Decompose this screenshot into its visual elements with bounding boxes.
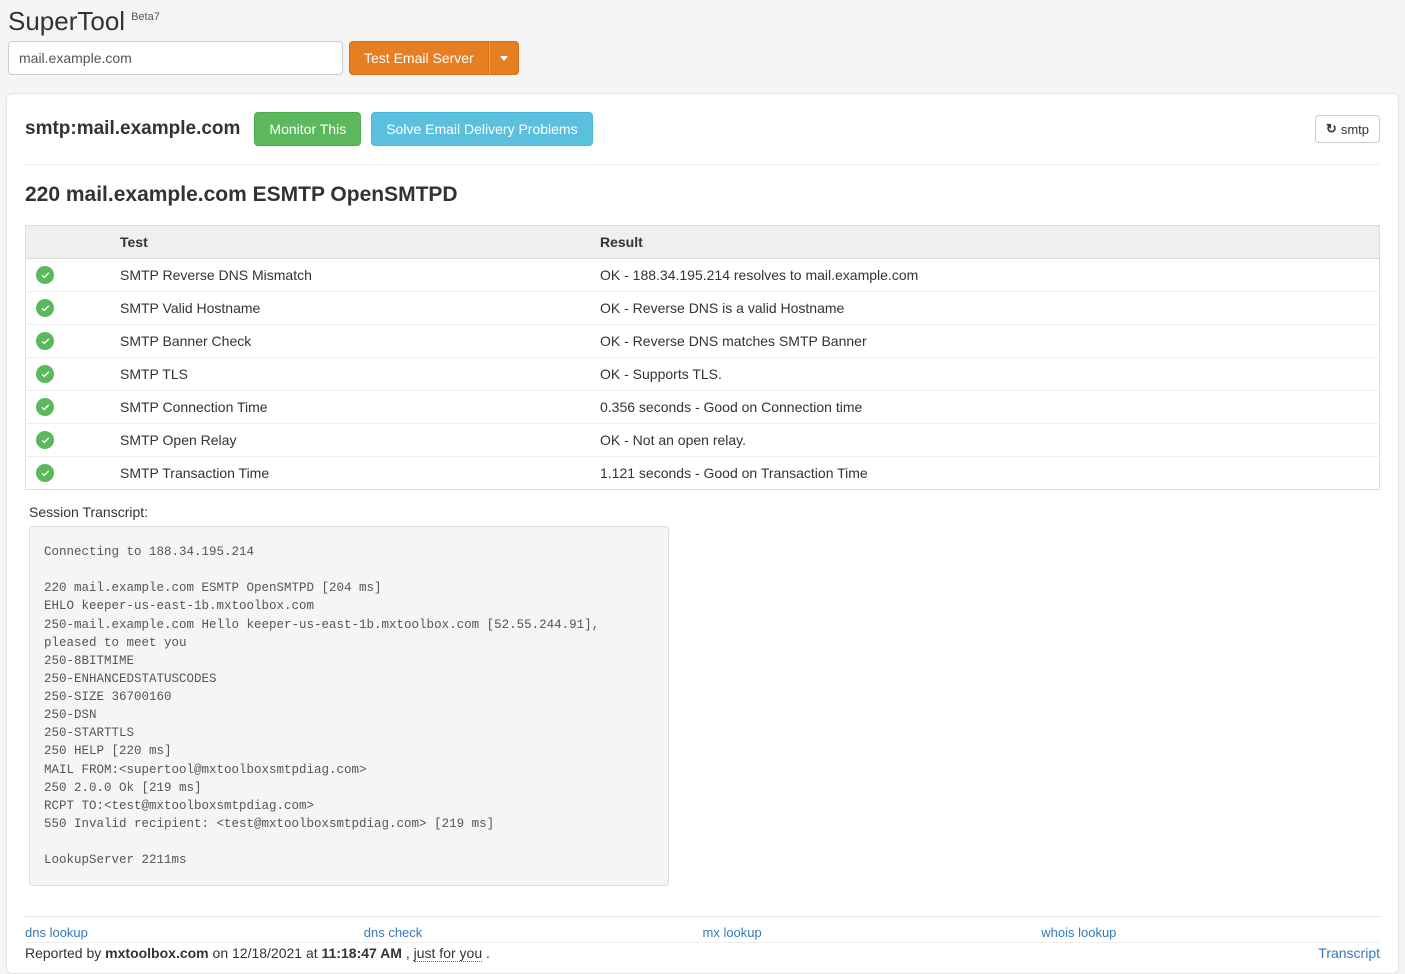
reported-site: mxtoolbox.com [105,945,208,961]
results-table: Test Result SMTP Reverse DNS MismatchOK … [25,225,1380,490]
check-circle-icon [36,431,54,449]
footer-links-row: dns lookupdns checkmx lookupwhois lookup [25,916,1380,940]
status-cell [26,457,111,490]
footer-link[interactable]: dns check [364,925,703,940]
beta-badge: Beta7 [131,11,160,23]
refresh-icon: ↻ [1326,121,1337,137]
table-row: SMTP Transaction Time1.121 seconds - Goo… [26,457,1380,490]
reported-time: 11:18:47 AM [322,945,402,961]
just-for-you-link[interactable]: just for you [414,945,482,962]
check-circle-icon [36,365,54,383]
check-circle-icon [36,266,54,284]
refresh-label: smtp [1341,122,1369,137]
result-cell: 1.121 seconds - Good on Transaction Time [590,457,1380,490]
footer-link[interactable]: mx lookup [703,925,1042,940]
test-name-cell: SMTP Reverse DNS Mismatch [110,259,590,292]
result-cell: OK - 188.34.195.214 resolves to mail.exa… [590,259,1380,292]
test-name-cell: SMTP Banner Check [110,325,590,358]
table-row: SMTP Open RelayOK - Not an open relay. [26,424,1380,457]
table-row: SMTP TLSOK - Supports TLS. [26,358,1380,391]
smtp-banner-heading: 220 mail.example.com ESMTP OpenSMTPD [25,183,1380,207]
chevron-down-icon [500,56,508,61]
check-circle-icon [36,464,54,482]
table-row: SMTP Reverse DNS MismatchOK - 188.34.195… [26,259,1380,292]
status-cell [26,358,111,391]
results-panel: smtp:mail.example.com Monitor This Solve… [6,93,1399,974]
table-row: SMTP Connection Time0.356 seconds - Good… [26,391,1380,424]
transcript-link[interactable]: Transcript [1318,945,1380,961]
status-cell [26,259,111,292]
top-header-area: SuperTool Beta7 Test Email Server [0,0,1405,93]
col-result-header: Result [590,226,1380,259]
refresh-smtp-button[interactable]: ↻ smtp [1315,115,1380,143]
result-cell: 0.356 seconds - Good on Connection time [590,391,1380,424]
footer-link[interactable]: dns lookup [25,925,364,940]
session-transcript: Connecting to 188.34.195.214 220 mail.ex… [29,526,669,886]
test-email-server-button[interactable]: Test Email Server [349,41,489,75]
test-name-cell: SMTP Transaction Time [110,457,590,490]
check-circle-icon [36,398,54,416]
status-cell [26,424,111,457]
reported-on: on 12/18/2021 at [213,945,322,961]
monitor-this-button[interactable]: Monitor This [254,112,361,146]
table-row: SMTP Valid HostnameOK - Reverse DNS is a… [26,292,1380,325]
solve-email-problems-button[interactable]: Solve Email Delivery Problems [371,112,592,146]
test-name-cell: SMTP Connection Time [110,391,590,424]
page-title: SuperTool [8,6,125,37]
status-cell [26,325,111,358]
transcript-label: Session Transcript: [29,504,1380,520]
result-cell: OK - Reverse DNS matches SMTP Banner [590,325,1380,358]
footer-link[interactable]: whois lookup [1041,925,1380,940]
reported-prefix: Reported by [25,945,105,961]
query-title: smtp:mail.example.com [25,118,240,140]
result-cell: OK - Supports TLS. [590,358,1380,391]
reported-by-row: Reported by mxtoolbox.com on 12/18/2021 … [25,942,1380,965]
col-test-header: Test [110,226,590,259]
result-cell: OK - Reverse DNS is a valid Hostname [590,292,1380,325]
status-cell [26,292,111,325]
table-row: SMTP Banner CheckOK - Reverse DNS matche… [26,325,1380,358]
reported-period: . [486,945,490,961]
result-cell: OK - Not an open relay. [590,424,1380,457]
status-cell [26,391,111,424]
check-circle-icon [36,332,54,350]
reported-comma: , [406,945,414,961]
test-action-dropdown-toggle[interactable] [489,41,519,75]
check-circle-icon [36,299,54,317]
col-status-header [26,226,111,259]
test-name-cell: SMTP TLS [110,358,590,391]
test-name-cell: SMTP Open Relay [110,424,590,457]
domain-input[interactable] [8,41,343,75]
test-name-cell: SMTP Valid Hostname [110,292,590,325]
